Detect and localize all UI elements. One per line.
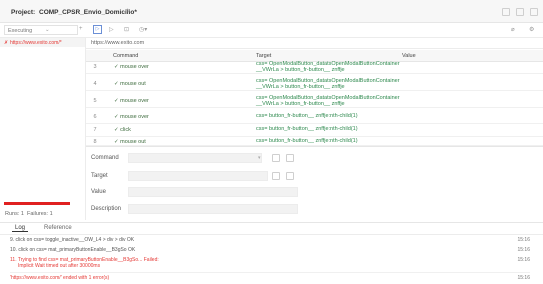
row-target: css= OpenModalButton_datatsOpenModalButt… [256,61,400,73]
table-row[interactable]: 6 ✓ mouse over css= button_fr-button__ z… [86,112,543,124]
log-time: 15:16 [517,275,530,281]
log-entry: 9. click on css= toggle_inactive__OW_L4 … [10,237,530,245]
column-command: Command [113,53,139,59]
base-url-value: https://www.exito.com [91,40,145,46]
row-target: css= button_fr-button__ znffje:nth-child… [256,138,358,144]
target-find-icon[interactable] [286,172,294,180]
column-value: Value [402,53,416,59]
row-command: ✓ click [114,127,131,133]
log-entry: 10. click on css= mat_primaryButtonEnabl… [10,247,530,255]
table-row[interactable]: 3 ✓ mouse over css= OpenModalButton_data… [86,61,543,74]
open-project-icon[interactable] [516,8,524,16]
table-row[interactable]: 5 ✓ mouse over css= OpenModalButton_data… [86,95,543,108]
column-target: Target [256,53,272,59]
failures-count: Failures: 1 [27,211,53,217]
settings-gear-icon[interactable]: ⚙ [529,26,534,33]
base-url-input[interactable]: https://www.exito.com [86,38,543,49]
project-name[interactable]: COMP_CPSR_Envio_Domicilio* [39,9,137,16]
row-index: 8 [93,139,97,145]
value-label: Value [91,189,106,195]
add-test-icon[interactable]: + [79,26,83,32]
value-input[interactable] [128,187,298,197]
bottom-tabs [0,222,543,235]
log-text: Implicit Wait timed out after 30000ms [18,263,101,269]
target-select-icon[interactable] [272,172,280,180]
table-row[interactable]: 4 ✓ mouse out css= OpenModalButton_datat… [86,78,543,91]
row-index: 5 [93,98,97,104]
row-command: ✓ mouse over [114,114,149,120]
chevron-down-icon: ⌄ [45,27,50,33]
target-label: Target [91,173,108,179]
row-target: css= button_fr-button__ znffje:nth-child… [256,126,358,132]
speed-icon[interactable]: ◷▾ [139,26,147,33]
table-row[interactable]: 8 ✓ mouse out css= button_fr-button__ zn… [86,137,543,146]
tab-reference[interactable]: Reference [44,225,72,231]
log-divider [10,272,530,273]
row-index: 4 [93,81,97,87]
command-input[interactable] [128,153,262,163]
step-icon[interactable]: ⊡ [124,26,129,33]
description-input[interactable] [128,204,298,214]
command-dropdown-icon[interactable]: ▾ [258,155,261,161]
fail-x-icon: ✗ [4,40,9,46]
log-text: 'https://www.exito.com/' ended with 1 er… [10,275,110,281]
sidebar [0,38,86,220]
run-current-icon[interactable]: ▷ [109,26,114,33]
runs-count: Runs: 1 [5,211,24,217]
row-index: 7 [93,127,97,133]
target-input[interactable] [128,171,268,181]
row-command: ✓ mouse over [114,98,149,104]
command-reference-icon[interactable] [286,154,294,162]
log-text: 10. click on css= mat_primaryButtonEnabl… [10,247,136,253]
log-entry: Implicit Wait timed out after 30000ms [10,263,530,271]
executing-dropdown[interactable]: Executing ⌄ [4,25,78,35]
description-label: Description [91,206,122,212]
tab-log[interactable]: Log [12,225,29,232]
disable-breakpoints-icon[interactable]: ⌀ [511,26,515,33]
row-index: 3 [93,64,97,70]
run-all-icon[interactable]: ▷ [93,25,102,34]
table-row[interactable]: 7 ✓ click css= button_fr-button__ znffje… [86,125,543,137]
command-label: Command [91,155,119,161]
row-target: css= button_fr-button__ znffje:nth-child… [256,113,358,119]
row-command: ✓ mouse over [114,64,149,70]
save-project-icon[interactable] [530,8,538,16]
project-label: Project: [11,9,36,16]
command-select-icon[interactable] [272,154,280,162]
log-text: 9. click on css= toggle_inactive__OW_L4 … [10,237,135,243]
log-time: 15:16 [517,247,530,253]
row-command: ✓ mouse out [114,81,146,87]
executing-label: Executing [8,28,33,34]
log-time: 15:16 [517,237,530,243]
row-target: css= OpenModalButton_datatsOpenModalButt… [256,95,400,107]
log-summary: 'https://www.exito.com/' ended with 1 er… [10,275,530,283]
row-command: ✓ mouse out [114,139,146,145]
edit-project-icon[interactable]: ✎ [126,8,131,15]
new-project-icon[interactable] [502,8,510,16]
row-index: 6 [93,114,97,120]
test-case-name: https://www.exito.com/* [10,40,62,46]
row-target: css= OpenModalButton_datatsOpenModalButt… [256,78,400,90]
progress-bar-fail [4,202,70,205]
